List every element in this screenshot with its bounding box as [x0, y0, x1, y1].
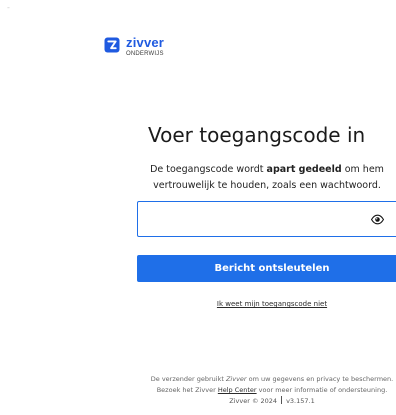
page-title: Voer toegangscode in — [148, 123, 366, 148]
help-suffix: voor meer informatie of ondersteuning. — [256, 386, 388, 394]
forgot-access-code-link[interactable]: Ik weet mijn toegangscode niet — [137, 299, 396, 309]
version-line: Zivver © 2024 v3.157.1 — [137, 396, 396, 407]
brand-name: zivver — [126, 35, 165, 50]
privacy-brand: Zivver — [225, 375, 247, 383]
privacy-suffix: om uw gegevens en privacy te beschermen. — [246, 375, 394, 383]
logo-text: zivver ONDERWIJS — [126, 36, 164, 57]
zivver-logo-icon — [104, 37, 120, 53]
footer-separator — [281, 396, 283, 404]
help-prefix: Bezoek het Zivver — [156, 386, 218, 394]
access-code-description: De toegangscode wordt apart gedeeld om h… — [141, 162, 393, 194]
privacy-prefix: De verzender gebruikt — [150, 375, 226, 383]
app-version: v3.157.1 — [286, 397, 315, 405]
footer: De verzender gebruikt Zivver om uw gegev… — [137, 374, 396, 407]
access-code-input[interactable] — [138, 202, 396, 236]
description-bold: apart gedeeld — [266, 163, 342, 175]
eye-icon[interactable] — [371, 214, 384, 225]
help-notice: Bezoek het Zivver Help Center voor meer … — [137, 385, 396, 396]
corner-mark: - — [7, 3, 10, 12]
brand-subtitle: ONDERWIJS — [126, 51, 164, 57]
privacy-notice: De verzender gebruikt Zivver om uw gegev… — [137, 374, 396, 385]
help-center-link[interactable]: Help Center — [218, 386, 257, 394]
zivver-logo: zivver ONDERWIJS — [104, 36, 164, 57]
access-code-field[interactable] — [137, 201, 396, 237]
copyright: Zivver © 2024 — [229, 397, 278, 405]
description-prefix: De toegangscode wordt — [150, 163, 267, 175]
decrypt-message-button[interactable]: Bericht ontsleutelen — [137, 255, 396, 282]
